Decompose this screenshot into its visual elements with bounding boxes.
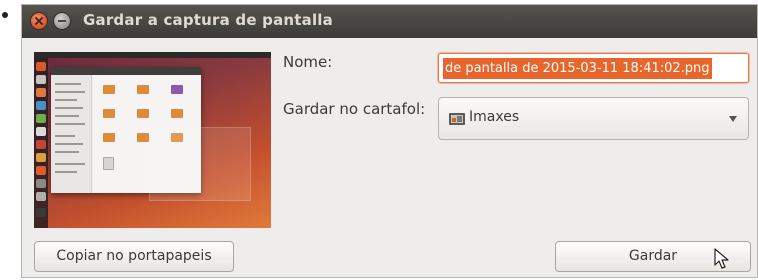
preview-folder-icon [103, 133, 115, 142]
preview-folder-icon [171, 109, 183, 118]
preview-launcher-icon [36, 114, 46, 123]
folder-select[interactable]: Imaxes [438, 97, 749, 140]
minimize-icon[interactable] [54, 13, 70, 29]
preview-launcher-icon [36, 140, 46, 149]
screenshot-preview [34, 52, 271, 228]
folder-label: Gardar no cartafol: [283, 100, 426, 118]
preview-window-titlebar [51, 67, 201, 75]
preview-launcher-icon [36, 75, 46, 84]
mouse-pointer-icon [714, 248, 729, 269]
preview-launcher-icon [36, 153, 46, 162]
chevron-down-icon[interactable] [729, 116, 737, 122]
preview-sidebar-line [55, 91, 85, 93]
preview-launcher-icon [36, 179, 46, 188]
preview-launcher-icon [36, 62, 46, 71]
preview-launcher [34, 58, 48, 228]
preview-launcher-icon [36, 208, 46, 217]
preview-launcher-icon [36, 88, 46, 97]
preview-sidebar-line [55, 107, 83, 109]
folder-value: Imaxes [469, 109, 520, 125]
preview-background-window [149, 127, 251, 201]
preview-sidebar-line [55, 83, 81, 85]
preview-folder-icon [137, 109, 149, 118]
preview-folder-icon [171, 85, 183, 94]
copy-to-clipboard-button[interactable]: Copiar no portapapeis [34, 241, 234, 272]
preview-folder-icon [137, 133, 149, 142]
preview-sidebar [51, 75, 92, 193]
preview-file-icon [103, 157, 114, 170]
preview-sidebar-line [55, 171, 77, 173]
title-bar[interactable]: Gardar a captura de pantalla [22, 5, 757, 38]
preview-sidebar-line [55, 163, 85, 165]
preview-folder-icon [103, 85, 115, 94]
preview-sidebar-line [55, 143, 83, 145]
preview-launcher-icon [36, 101, 46, 110]
preview-folder-icon [103, 109, 115, 118]
name-label: Nome: [283, 53, 333, 71]
preview-sidebar-line [55, 135, 75, 137]
pictures-folder-icon [449, 113, 465, 125]
preview-sidebar-line [55, 151, 79, 153]
preview-folder-icon [137, 85, 149, 94]
list-bullet [2, 12, 8, 18]
preview-launcher-icon [36, 127, 46, 136]
preview-launcher-icon [36, 192, 46, 201]
filename-input[interactable]: de pantalla de 2015-03-11 18:41:02.png [438, 53, 749, 83]
preview-launcher-icon [36, 166, 46, 175]
close-icon[interactable] [31, 13, 47, 29]
preview-sidebar-line [55, 99, 77, 101]
preview-sidebar-line [55, 123, 85, 125]
window-title: Gardar a captura de pantalla [83, 11, 333, 29]
filename-selected-text: de pantalla de 2015-03-11 18:41:02.png [443, 58, 712, 79]
preview-top-panel [34, 52, 271, 58]
save-screenshot-dialog: Gardar a captura de pantalla Nome: de pa… [21, 4, 758, 278]
preview-sidebar-line [55, 115, 79, 117]
